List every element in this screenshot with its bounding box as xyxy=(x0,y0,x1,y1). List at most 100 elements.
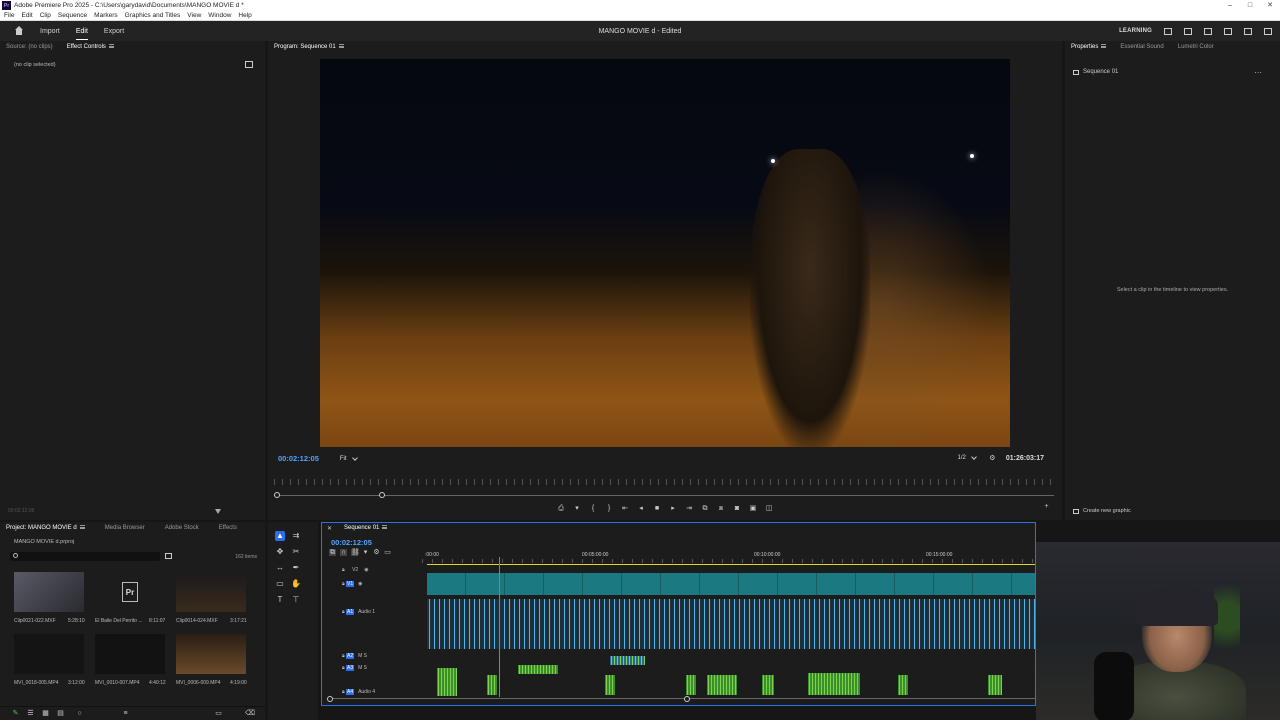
mark-in-icon[interactable]: { xyxy=(590,505,597,512)
project-item-thumb[interactable] xyxy=(95,634,165,674)
step-back-icon[interactable]: ◂ xyxy=(638,505,645,512)
overwrite-icon[interactable]: ⧈ xyxy=(718,505,725,512)
step-forward-icon[interactable]: ▸ xyxy=(670,505,677,512)
create-new-graphic-button[interactable]: Create new graphic xyxy=(1073,508,1131,514)
zoom-slider-handle[interactable]: ○ xyxy=(76,710,83,717)
audio-clip[interactable] xyxy=(898,675,908,695)
timeline-scrollbar-end-handle[interactable] xyxy=(684,696,690,702)
menu-file[interactable]: File xyxy=(4,12,14,19)
filter-icon[interactable] xyxy=(215,509,221,514)
audio-clip[interactable] xyxy=(686,675,696,695)
lock-icon[interactable]: 🔒︎ xyxy=(342,581,345,587)
track-label-a1[interactable]: A1 xyxy=(346,609,355,615)
track-label-a2[interactable]: A2 xyxy=(346,653,355,659)
stop-icon[interactable]: ■ xyxy=(654,505,661,512)
menu-graphics-and-titles[interactable]: Graphics and Titles xyxy=(125,12,181,19)
zoom-scrollbar[interactable] xyxy=(274,495,1054,496)
menu-view[interactable]: View xyxy=(187,12,201,19)
mark-out-icon[interactable]: } xyxy=(606,505,613,512)
workspace-tab-edit[interactable]: Edit xyxy=(75,28,88,40)
linked-selection-icon[interactable]: ⛓ xyxy=(351,549,360,556)
sort-icon[interactable]: ≡ xyxy=(122,710,129,717)
add-marker-icon[interactable]: ▾ xyxy=(574,505,581,512)
zoom-scrollbar-end-handle[interactable] xyxy=(379,492,385,498)
timeline-ruler[interactable] xyxy=(422,559,1035,563)
captions-icon[interactable]: ▭ xyxy=(384,549,391,556)
close-button[interactable]: ✕ xyxy=(1260,0,1280,11)
eye-icon[interactable]: ◉ xyxy=(358,581,362,587)
panel-menu-icon[interactable] xyxy=(338,44,344,49)
list-view-icon[interactable]: ☰ xyxy=(27,710,34,717)
tab-media-browser[interactable]: Media Browser xyxy=(105,525,145,531)
export-frame-icon[interactable] xyxy=(245,61,253,68)
audio-clip[interactable] xyxy=(518,665,558,674)
learning-button[interactable]: LEARNING xyxy=(1119,28,1152,34)
type-tool-icon[interactable]: T xyxy=(275,595,285,605)
menu-markers[interactable]: Markers xyxy=(94,12,117,19)
tab-source[interactable]: Source: (no clips) xyxy=(6,44,53,50)
tab-sequence-01[interactable]: Sequence 01 xyxy=(344,525,388,531)
slip-tool-icon[interactable]: ↔ xyxy=(275,563,285,573)
audio-clip[interactable] xyxy=(762,675,774,695)
new-item-icon[interactable]: ▭ xyxy=(215,710,222,717)
lock-icon[interactable]: 🔒︎ xyxy=(342,665,345,671)
panel-menu-icon[interactable] xyxy=(382,525,388,530)
ripple-edit-tool-icon[interactable]: ✥ xyxy=(275,547,285,557)
audio-clip[interactable] xyxy=(988,675,1002,695)
trash-icon[interactable]: ⌫ xyxy=(245,710,255,717)
workspace-tab-import[interactable]: Import xyxy=(40,28,60,35)
hand-tool-icon[interactable]: ✋ xyxy=(291,579,301,589)
program-video-frame[interactable] xyxy=(320,59,1010,447)
vertical-type-tool-icon[interactable]: ⊤ xyxy=(291,595,301,605)
tab-project[interactable]: Project: MANGO MOVIE d xyxy=(6,525,85,531)
track-select-tool-icon[interactable]: ⇉ xyxy=(291,531,301,541)
selection-tool-icon[interactable]: ▲ xyxy=(275,531,285,541)
audio-clip[interactable] xyxy=(707,675,737,695)
snap-icon[interactable]: ∩ xyxy=(340,549,347,556)
panel-menu-icon[interactable] xyxy=(79,525,85,530)
audio-clip[interactable] xyxy=(610,656,645,665)
new-bin-icon[interactable] xyxy=(165,553,172,559)
nest-icon[interactable]: ⧉ xyxy=(329,549,336,556)
menu-window[interactable]: Window xyxy=(208,12,231,19)
tab-program[interactable]: Program: Sequence 01 xyxy=(274,44,344,50)
fullscreen-icon[interactable] xyxy=(1264,27,1272,35)
playhead[interactable] xyxy=(499,557,500,697)
track-label-a3[interactable]: A3 xyxy=(346,665,355,671)
camera-icon[interactable]: ◙ xyxy=(734,505,741,512)
timeline-timecode[interactable]: 00:02:12:05 xyxy=(331,538,372,547)
track-label-v1[interactable]: V1 xyxy=(346,581,355,587)
program-time-ruler[interactable] xyxy=(274,479,1054,485)
zoom-scrollbar-start-handle[interactable] xyxy=(274,492,280,498)
workspaces-icon[interactable] xyxy=(1164,27,1172,35)
panel-menu-icon[interactable] xyxy=(108,44,114,49)
tab-adobe-stock[interactable]: Adobe Stock xyxy=(165,525,199,531)
comparison-view-icon[interactable]: ◫ xyxy=(766,505,773,512)
tab-lumetri-color[interactable]: Lumetri Color xyxy=(1178,44,1214,50)
multi-camera-icon[interactable]: ▣ xyxy=(750,505,757,512)
panel-menu-icon[interactable] xyxy=(1224,27,1232,35)
pen-tool-icon[interactable]: ✒ xyxy=(291,563,301,573)
menu-clip[interactable]: Clip xyxy=(40,12,51,19)
tab-effect-controls[interactable]: Effect Controls xyxy=(67,44,114,50)
program-timecode[interactable]: 00:02:12:05 xyxy=(278,454,319,463)
work-area-bar[interactable] xyxy=(427,564,1035,565)
workspace-tab-export[interactable]: Export xyxy=(104,28,124,35)
fit-dropdown[interactable]: Fit xyxy=(337,454,360,463)
lift-icon[interactable]: ⎙ xyxy=(558,505,565,512)
maximize-button[interactable]: □ xyxy=(1240,0,1260,11)
timeline-scrollbar[interactable] xyxy=(330,698,1035,699)
quick-export-icon[interactable] xyxy=(1184,27,1192,35)
audio-clips-a1[interactable] xyxy=(427,599,1035,649)
home-icon[interactable] xyxy=(14,26,24,36)
lock-icon[interactable]: 🔒︎ xyxy=(342,609,345,615)
menu-edit[interactable]: Edit xyxy=(21,12,32,19)
tab-properties[interactable]: Properties xyxy=(1071,44,1107,50)
project-item-thumb[interactable] xyxy=(14,634,84,674)
add-button-icon[interactable]: + xyxy=(1043,503,1050,510)
video-clips-v1[interactable] xyxy=(427,573,1035,595)
share-icon[interactable] xyxy=(1204,27,1212,35)
more-options-icon[interactable]: … xyxy=(1254,66,1262,75)
panel-menu-icon[interactable] xyxy=(1101,44,1107,49)
lock-icon[interactable]: 🔒︎ xyxy=(342,653,345,659)
